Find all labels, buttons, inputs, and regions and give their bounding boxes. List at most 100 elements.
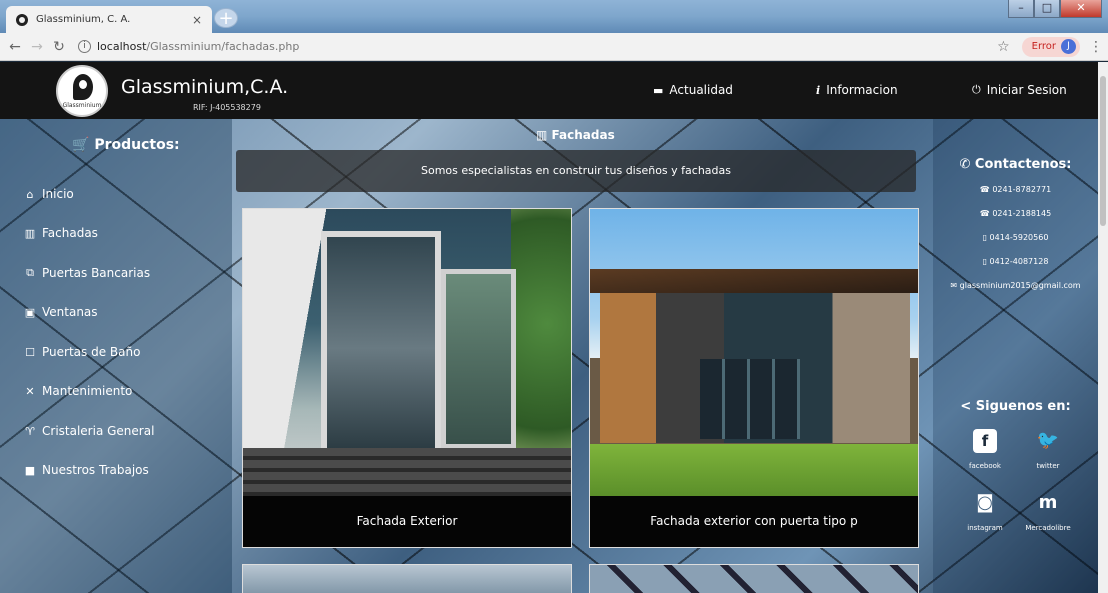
card-image[interactable] — [243, 209, 571, 496]
card-image[interactable] — [590, 565, 918, 593]
page-scrollbar[interactable] — [1098, 62, 1108, 593]
sidebar-item-label: Puertas de Baño — [42, 345, 141, 359]
sidebar-item-puertas-bancarias[interactable]: ⧉ Puertas Bancarias — [24, 266, 150, 280]
sidebar-item-label: Fachadas — [42, 226, 98, 240]
social-mercadolibre[interactable]: m Mercadolibre — [1023, 491, 1073, 532]
email-address: glassminium2015@gmail.com — [959, 281, 1081, 290]
mobile-icon: ▯ — [982, 257, 987, 266]
rif-number: RIF: J-405538279 — [193, 103, 261, 112]
contact-title-text: Contactenos: — [974, 157, 1072, 172]
window-close-button[interactable]: ✕ — [1060, 0, 1102, 18]
copy-icon: ⧉ — [26, 266, 34, 279]
nav-label: Actualidad — [669, 83, 733, 97]
profile-error-button[interactable]: Error J — [1021, 36, 1080, 57]
sidebar-title-text: Productos: — [94, 137, 180, 153]
browser-tab[interactable]: Glassminium, C. A. × — [6, 6, 212, 33]
card-caption: Fachada exterior con puerta tipo p — [650, 514, 858, 528]
site-logo[interactable]: Glassminium — [56, 65, 108, 117]
sidebar-item-cristaleria[interactable]: ♈ Cristaleria General — [24, 424, 154, 438]
nav-iniciar-sesion[interactable]: ⏻ Iniciar Sesion — [972, 83, 1067, 97]
gallery-card[interactable] — [242, 564, 572, 593]
instagram-icon: ◙ — [976, 492, 994, 513]
phone-number: 0241-8782771 — [992, 185, 1052, 194]
reload-icon[interactable]: ↻ — [48, 39, 70, 55]
sidebar-item-nuestros-trabajos[interactable]: ■ Nuestros Trabajos — [24, 463, 149, 477]
phone-line[interactable]: ☎ 0241-8782771 — [933, 185, 1098, 194]
sidebar-item-ventanas[interactable]: ▣ Ventanas — [24, 305, 98, 319]
forward-arrow-icon[interactable]: → — [26, 39, 48, 55]
columns-icon: ▥ — [24, 226, 36, 240]
mobile-icon: ▯ — [982, 233, 987, 242]
phone-handset-icon: ✆ — [959, 157, 971, 172]
window-controls: – □ ✕ — [1008, 0, 1102, 18]
mobile-number: 0414-5920560 — [989, 233, 1049, 242]
tools-icon: ✕ — [25, 384, 35, 398]
brand-name[interactable]: Glassminium,C.A. — [121, 76, 288, 98]
twitter-icon: 🐦 — [1036, 430, 1060, 451]
gallery-card[interactable]: Fachada Exterior — [242, 208, 572, 548]
image-detail — [243, 448, 571, 496]
profile-avatar: J — [1061, 39, 1076, 54]
home-icon: ⌂ — [26, 187, 34, 201]
email-line[interactable]: ✉ glassminium2015@gmail.com — [933, 281, 1098, 290]
sidebar-title: 🛒 Productos: — [72, 137, 180, 153]
social-label: Mercadolibre — [1025, 524, 1071, 532]
new-tab-button[interactable]: + — [214, 8, 238, 28]
image-detail — [590, 269, 918, 293]
nav-label: Iniciar Sesion — [986, 83, 1067, 97]
back-arrow-icon[interactable]: ← — [4, 39, 26, 55]
facebook-icon: f — [973, 429, 997, 453]
favicon-icon — [16, 13, 28, 26]
logo-text: Glassminium — [62, 102, 102, 109]
phone-line[interactable]: ☎ 0241-2188145 — [933, 209, 1098, 218]
sidebar-item-puertas-bano[interactable]: ☐ Puertas de Baño — [24, 345, 140, 359]
gallery-card[interactable] — [589, 564, 919, 593]
follow-title: < Siguenos en: — [933, 399, 1098, 414]
sidebar-item-label: Nuestros Trabajos — [42, 463, 149, 477]
telephone-icon: ☎ — [979, 185, 990, 194]
tab-title: Glassminium, C. A. — [36, 14, 131, 25]
social-twitter[interactable]: 🐦 twitter — [1023, 429, 1073, 470]
nav-actualidad[interactable]: ▬ Actualidad — [653, 83, 733, 97]
error-label: Error — [1031, 41, 1056, 52]
bookmark-star-icon[interactable]: ☆ — [997, 39, 1010, 55]
telephone-icon: ☎ — [979, 209, 990, 218]
mobile-line[interactable]: ▯ 0412-4087128 — [933, 257, 1098, 266]
nav-informacion[interactable]: i Informacion — [816, 83, 898, 97]
tab-close-button[interactable]: × — [192, 13, 202, 27]
sidebar-item-label: Cristaleria General — [42, 424, 155, 438]
menu-kebab-icon[interactable]: ⋮ — [1088, 39, 1104, 55]
follow-title-text: Siguenos en: — [975, 399, 1071, 414]
mobile-line[interactable]: ▯ 0414-5920560 — [933, 233, 1098, 242]
sidebar-item-inicio[interactable]: ⌂ Inicio — [24, 187, 74, 201]
gallery-card[interactable]: Fachada exterior con puerta tipo p — [589, 208, 919, 548]
browser-tab-bar: Glassminium, C. A. × + – □ ✕ — [0, 0, 1108, 33]
phone-number: 0241-2188145 — [992, 209, 1052, 218]
social-instagram[interactable]: ◙ instagram — [960, 491, 1010, 532]
contact-title: ✆ Contactenos: — [933, 157, 1098, 172]
image-detail — [700, 359, 800, 439]
image-detail — [321, 231, 441, 466]
sidebar-item-label: Puertas Bancarias — [42, 266, 151, 280]
briefcase-icon: ■ — [24, 463, 36, 477]
social-facebook[interactable]: f facebook — [960, 429, 1010, 470]
info-icon: i — [816, 83, 821, 97]
mercadolibre-icon: m — [1038, 492, 1058, 513]
card-image[interactable] — [243, 565, 571, 593]
site-info-icon[interactable]: i — [78, 40, 91, 53]
sidebar-item-mantenimiento[interactable]: ✕ Mantenimiento — [24, 384, 132, 398]
url-field[interactable]: i localhost /Glassminium/fachadas.php — [78, 40, 997, 53]
email-icon: ✉ — [950, 281, 958, 290]
site-header: Glassminium Glassminium,C.A. RIF: J-4055… — [0, 62, 1098, 119]
cart-icon: 🛒 — [72, 137, 90, 153]
card-image[interactable] — [590, 209, 918, 496]
url-path: /Glassminium/fachadas.php — [146, 40, 300, 53]
sidebar: 🛒 Productos: ⌂ Inicio ▥ Fachadas ⧉ Puert… — [0, 119, 232, 593]
maximize-button[interactable]: □ — [1034, 0, 1060, 18]
section-title: ▥ Fachadas — [536, 128, 615, 142]
image-detail — [590, 444, 918, 496]
sidebar-item-fachadas[interactable]: ▥ Fachadas — [24, 226, 98, 240]
scrollbar-thumb[interactable] — [1100, 76, 1106, 226]
minimize-button[interactable]: – — [1008, 0, 1034, 18]
logo-mark-icon — [73, 74, 93, 100]
